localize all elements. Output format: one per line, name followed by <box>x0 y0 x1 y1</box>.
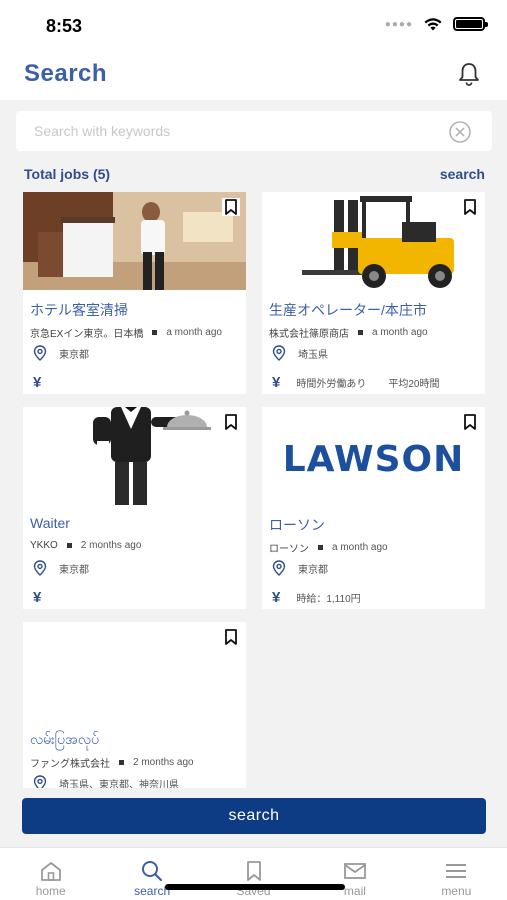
tab-label: menu <box>441 884 472 898</box>
hotel-housekeeping-image <box>23 192 246 290</box>
posted-time: a month ago <box>166 327 222 338</box>
location-pin-icon <box>33 775 47 788</box>
tab-label: mail <box>343 884 366 898</box>
home-indicator[interactable] <box>165 884 345 890</box>
tab-label: home <box>35 884 66 898</box>
job-meta: 京急EXイン東京。日本橋 a month ago <box>30 325 222 340</box>
menu-icon <box>446 864 467 878</box>
wage-text: 時間外労働あり <box>296 379 367 390</box>
meta-separator <box>119 760 124 765</box>
job-title: ローソン <box>269 517 325 533</box>
posted-time: a month ago <box>332 542 388 553</box>
location-pin-icon <box>33 560 47 576</box>
search-icon <box>142 861 163 882</box>
meta-separator <box>152 330 158 335</box>
app-header: Search <box>0 50 507 100</box>
company-name: ローソン <box>269 544 309 555</box>
job-title: Waiter <box>30 515 70 531</box>
job-location: 東京都 <box>33 560 89 576</box>
job-location: 埼玉県 <box>272 345 328 361</box>
posted-time: a month ago <box>372 327 428 338</box>
job-meta: ファング株式会社 2 months ago <box>30 755 194 770</box>
tab-menu[interactable]: menu <box>406 848 507 900</box>
signal-icon: ●●●● <box>384 18 413 30</box>
bookmark-icon[interactable] <box>222 198 240 216</box>
wage-text: 時給：1,110円 <box>296 594 361 605</box>
mail-icon <box>344 863 366 879</box>
company-name: 株式会社篠原商店 <box>269 329 349 340</box>
job-title: 生産オペレーター/本庄市 <box>269 302 427 318</box>
meta-separator <box>318 545 323 550</box>
posted-time: 2 months ago <box>133 757 194 768</box>
bookmark-icon[interactable] <box>222 628 240 646</box>
location-pin-icon <box>272 560 286 576</box>
job-title: ホテル客室清掃 <box>30 302 128 318</box>
job-location: 東京都 <box>272 560 328 576</box>
location-pin-icon <box>272 345 286 361</box>
company-name: ファング株式会社 <box>30 759 110 770</box>
bookmark-icon[interactable] <box>461 198 479 216</box>
yen-icon: ¥ <box>272 374 281 391</box>
meta-separator <box>66 543 72 548</box>
status-time: 8:53 <box>46 16 83 36</box>
tab-bar: home search Saved mail menu <box>0 847 507 900</box>
job-wage: ¥ 時間外労働あり 平均20時間 <box>272 374 439 391</box>
yen-icon: ¥ <box>33 374 42 391</box>
status-bar: 8:53 ●●●● <box>0 0 507 50</box>
status-icons: ●●●● <box>384 17 488 31</box>
tab-mail[interactable]: mail <box>304 848 405 900</box>
home-icon <box>40 862 61 881</box>
bookmark-icon[interactable] <box>461 413 479 431</box>
location-pin-icon <box>33 345 47 361</box>
yen-icon: ¥ <box>272 589 281 606</box>
job-card[interactable]: ホテル客室清掃 京急EXイン東京。日本橋 a month ago 東京都 ¥ <box>23 192 246 394</box>
tab-saved[interactable]: Saved <box>203 848 304 900</box>
job-card[interactable]: Waiter YKKO 2 months ago 東京都 ¥ <box>23 407 246 609</box>
location-text: 埼玉県、東京都、神奈川県 <box>59 779 179 789</box>
job-wage: ¥ <box>33 374 57 391</box>
search-box <box>16 111 492 151</box>
location-text: 東京都 <box>59 349 89 361</box>
job-image-empty <box>23 622 246 720</box>
job-location: 東京都 <box>33 345 89 361</box>
lawson-logo-image: LAWSON <box>262 407 485 505</box>
posted-time: 2 months ago <box>80 540 142 551</box>
meta-separator <box>358 330 363 335</box>
tab-search[interactable]: search <box>101 848 202 900</box>
job-card[interactable]: လမ်းပြအလုပ် ファング株式会社 2 months ago 埼玉県、東京… <box>23 622 246 788</box>
battery-icon <box>453 17 488 31</box>
wifi-icon <box>424 18 442 31</box>
bookmark-icon <box>246 861 261 881</box>
job-wage: ¥ 時給：1,110円 <box>272 589 361 606</box>
search-input[interactable] <box>16 111 446 151</box>
job-meta: YKKO 2 months ago <box>30 540 141 551</box>
location-text: 埼玉県 <box>298 349 328 361</box>
job-location: 埼玉県、東京都、神奈川県 <box>33 775 179 788</box>
waiter-illustration-image <box>23 407 246 505</box>
wage-extra-text: 平均20時間 <box>388 379 440 390</box>
location-text: 東京都 <box>298 564 328 576</box>
total-jobs-label: Total jobs (5) <box>24 166 111 182</box>
bookmark-icon[interactable] <box>222 413 240 431</box>
job-meta: 株式会社篠原商店 a month ago <box>269 325 428 340</box>
job-card[interactable]: 生産オペレーター/本庄市 株式会社篠原商店 a month ago 埼玉県 ¥ … <box>262 192 485 394</box>
lawson-logo: LAWSON <box>282 439 465 480</box>
job-wage: ¥ <box>33 589 57 606</box>
job-card[interactable]: LAWSON ローソン ローソン a month ago 東京都 ¥ 時給：1,… <box>262 407 485 609</box>
company-name: YKKO <box>30 540 58 551</box>
forklift-image <box>262 192 485 290</box>
tab-home[interactable]: home <box>0 848 101 900</box>
company-name: 京急EXイン東京。日本橋 <box>30 329 144 340</box>
job-title: လမ်းပြအလုပ် <box>30 731 99 747</box>
yen-icon: ¥ <box>33 589 42 606</box>
search-button[interactable]: search <box>22 798 486 834</box>
search-link[interactable]: search <box>440 166 485 182</box>
bell-icon[interactable] <box>455 60 483 88</box>
results-header: Total jobs (5) search <box>24 166 485 186</box>
job-meta: ローソン a month ago <box>269 540 388 555</box>
clear-icon[interactable] <box>448 120 472 144</box>
page-title: Search <box>24 60 108 87</box>
location-text: 東京都 <box>59 564 89 576</box>
